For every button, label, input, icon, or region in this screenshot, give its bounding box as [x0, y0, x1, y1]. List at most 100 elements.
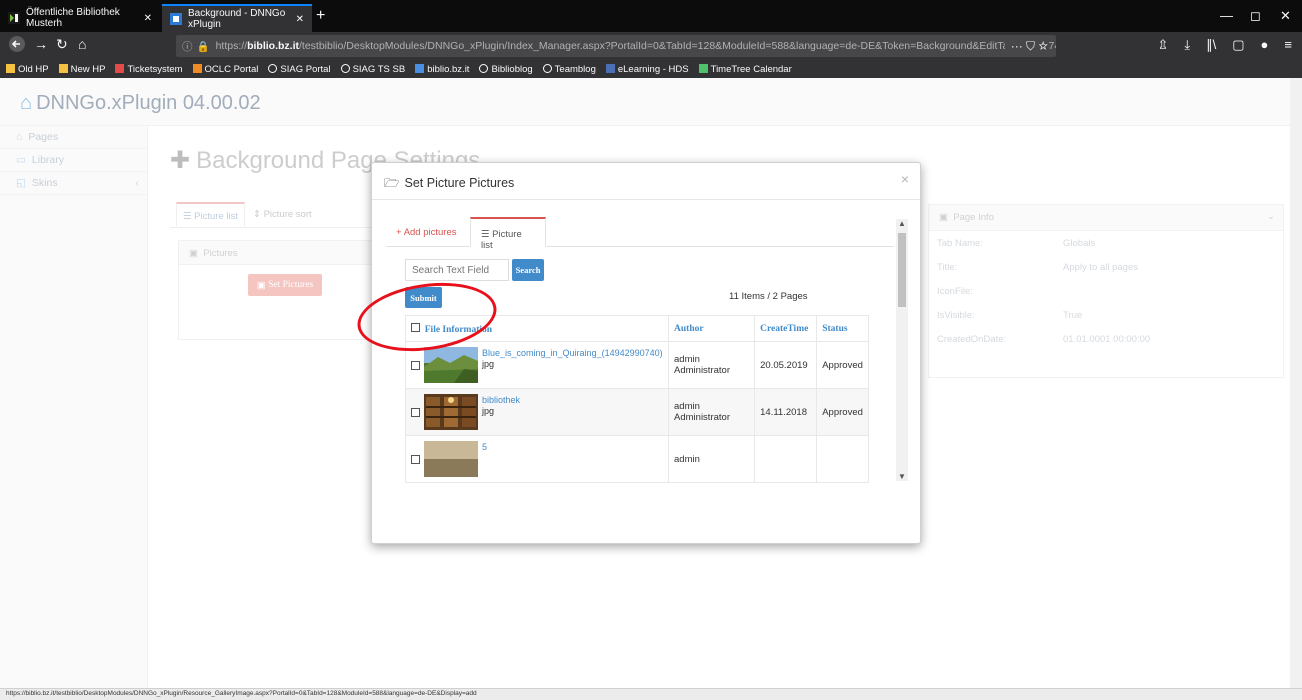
modal-tabs: + Add pictures ☰ Picture list [386, 217, 894, 251]
item-count: 11 Items / 2 Pages [729, 291, 808, 302]
status-cell: Approved [816, 388, 869, 436]
tab-picture-list[interactable]: ☰ Picture list [470, 217, 546, 251]
bookmark-ticketsystem[interactable]: Ticketsystem [115, 63, 183, 75]
column-createtime[interactable]: CreateTime [754, 315, 818, 342]
status-cell [816, 435, 869, 483]
browser-tab-2[interactable]: Background - DNNGo xPlugin ✕ [162, 4, 312, 32]
sync-icon[interactable]: ⇫ [1157, 37, 1168, 53]
column-author[interactable]: Author [668, 315, 756, 342]
scroll-down-icon[interactable]: ▼ [898, 472, 906, 481]
globe-icon [542, 63, 552, 73]
library-icon[interactable]: ∥\ [1206, 37, 1216, 53]
table-row: 5 admin [404, 435, 869, 483]
account-icon[interactable]: ● [1261, 37, 1269, 53]
globe-icon [479, 63, 489, 73]
info-icon[interactable]: ⓘ [182, 39, 193, 54]
bookmark-timetree[interactable]: TimeTree Calendar [698, 63, 792, 75]
browser-toolbar-right: ⇫ ⤓ ∥\ ▢ ● ≡ [1157, 37, 1292, 53]
bookmark-icon [268, 63, 278, 73]
file-cell: 5 [404, 435, 670, 483]
tab-add-pictures[interactable]: + Add pictures [386, 217, 468, 247]
url-bar[interactable]: ⓘ 🔒 https:// biblio.bz.it /testbiblio/De… [176, 35, 1056, 57]
image-thumbnail[interactable] [424, 441, 478, 477]
file-name-link[interactable]: Blue_is_coming_in_Quiraing_(14942990740) [482, 347, 663, 359]
maximize-icon[interactable]: ◻ [1250, 8, 1261, 24]
createtime-cell: 20.05.2019 [754, 341, 818, 389]
forward-icon[interactable]: → [34, 36, 48, 52]
tab-title: Background - DNNGo xPlugin [188, 8, 286, 30]
tab-title: Öffentliche Bibliothek Musterh [26, 7, 120, 29]
bookmark-icon [415, 63, 425, 73]
modal-title: 🗁 Set Picture Pictures [384, 176, 515, 190]
plus-icon: + [396, 227, 402, 238]
search-button[interactable]: Search [512, 259, 544, 281]
file-name-link[interactable]: bibliothek [482, 394, 520, 406]
library-favicon-icon [8, 12, 20, 24]
bookmark-icon [605, 63, 615, 73]
bookmark-siag-portal[interactable]: SIAG Portal [268, 63, 331, 75]
bookmark-elearning[interactable]: eLearning - HDS [605, 63, 689, 75]
menu-icon[interactable]: ≡ [1284, 37, 1292, 53]
bookmark-icon [58, 63, 68, 73]
bookmark-old-hp[interactable]: Old HP [6, 63, 49, 75]
createtime-cell [754, 435, 818, 483]
library-thumbnail[interactable] [424, 394, 478, 430]
set-picture-modal: 🗁 Set Picture Pictures × + Add pictures ☰… [371, 162, 921, 544]
bookmark-icon [698, 63, 708, 73]
bookmark-oclc[interactable]: OCLC Portal [192, 63, 258, 75]
bookmark-new-hp[interactable]: New HP [58, 63, 105, 75]
bookmark-icon [192, 63, 202, 73]
scroll-thumb[interactable] [898, 233, 906, 307]
status-bar-url: https://biblio.bz.it/testbiblio/DesktopM… [0, 688, 1302, 700]
file-extension: jpg [482, 359, 495, 369]
bookmark-teamblog[interactable]: Teamblog [542, 63, 596, 75]
browser-tab-bar: Öffentliche Bibliothek Musterh ✕ Backgro… [0, 0, 1302, 32]
url-host: biblio.bz.it [247, 40, 299, 52]
table-row: bibliothek jpg admin Administrator 14.11.… [404, 388, 869, 436]
author-cell: admin Administrator [668, 388, 756, 436]
bookmark-icon [115, 63, 125, 73]
close-icon[interactable]: × [901, 171, 909, 187]
status-cell: Approved [816, 341, 869, 389]
row-checkbox[interactable] [411, 408, 420, 417]
row-checkbox[interactable] [411, 361, 420, 370]
scroll-up-icon[interactable]: ▲ [898, 219, 906, 228]
page-scrollbar[interactable] [1290, 78, 1302, 688]
close-window-icon[interactable]: ✕ [1280, 8, 1291, 24]
browser-nav-bar: → ↻ ⌂ ⓘ 🔒 https:// biblio.bz.it /testbib… [0, 32, 1302, 60]
close-tab-icon[interactable]: ✕ [144, 13, 152, 24]
folder-open-icon: 🗁 [384, 176, 400, 190]
createtime-cell: 14.11.2018 [754, 388, 818, 436]
new-tab-button[interactable]: + [316, 7, 325, 25]
file-cell: bibliothek jpg [404, 388, 670, 436]
home-icon[interactable]: ⌂ [78, 36, 86, 52]
bookmark-icon [6, 63, 15, 73]
page-actions-icons[interactable]: ··· ⛉ ☆ [1004, 38, 1048, 54]
row-checkbox[interactable] [411, 455, 420, 464]
lock-icon: 🔒 [196, 40, 210, 53]
browser-tab-1[interactable]: Öffentliche Bibliothek Musterh ✕ [0, 4, 160, 32]
download-icon[interactable]: ⤓ [1184, 37, 1190, 53]
reader-icon[interactable]: ▢ [1232, 37, 1244, 53]
bookmark-biblioblog[interactable]: Biblioblog [479, 63, 533, 75]
author-cell: admin Administrator [668, 341, 756, 389]
reload-icon[interactable]: ↻ [56, 36, 68, 53]
minimize-icon[interactable]: — [1220, 8, 1233, 23]
landscape-thumbnail[interactable] [424, 347, 478, 383]
modal-scrollbar[interactable]: ▲ ▼ [896, 219, 908, 481]
globe-icon [340, 63, 350, 73]
file-extension: jpg [482, 406, 495, 416]
url-prefix: https:// [215, 40, 248, 52]
modal-divider [372, 199, 920, 200]
back-icon[interactable] [8, 35, 26, 56]
bookmarks-bar: Old HP New HP Ticketsystem OCLC Portal S… [0, 60, 1302, 78]
column-status[interactable]: Status [816, 315, 869, 342]
file-name-link[interactable]: 5 [482, 441, 487, 453]
bookmark-biblio[interactable]: biblio.bz.it [415, 63, 469, 75]
author-cell: admin [668, 435, 756, 483]
bookmark-siag-ts[interactable]: SIAG TS SB [340, 63, 405, 75]
close-tab-icon[interactable]: ✕ [296, 14, 304, 25]
list-icon: ☰ [481, 229, 490, 240]
search-input[interactable] [405, 259, 509, 281]
url-path: /testbiblio/DesktopModules/DNNGo_xPlugin… [299, 40, 1056, 52]
